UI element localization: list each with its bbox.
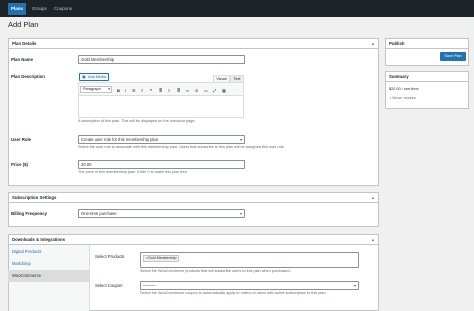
chevron-down-icon: ▾	[108, 87, 110, 91]
chevron-down-icon: ▾	[239, 211, 242, 216]
visual-tab[interactable]: Visual	[213, 75, 230, 82]
italic-icon[interactable]: I	[125, 88, 126, 93]
collapse-arrow-icon[interactable]: ▲	[371, 39, 375, 49]
summary-expiry: • Never expires	[390, 96, 416, 100]
price-input[interactable]: 20.00	[78, 160, 245, 169]
plan-description-label: Plan Description	[11, 74, 45, 79]
billing-frequency-value: One-time purchase	[81, 211, 117, 216]
chevron-down-icon: ▾	[353, 283, 356, 288]
products-help-text: Select the WooCommerce products that wil…	[140, 269, 291, 273]
description-help-text: A description of this plan. This will be…	[78, 119, 196, 123]
tab-groups[interactable]: Groups	[29, 3, 50, 15]
blockquote-icon[interactable]: ❝	[150, 88, 152, 93]
align-left-icon[interactable]: ≣	[159, 88, 162, 93]
bold-icon[interactable]: B	[117, 88, 120, 93]
add-media-label: Add Media	[88, 75, 107, 79]
align-center-icon[interactable]: ≡	[168, 88, 170, 93]
product-tag: ×Gold Membership	[143, 255, 180, 262]
align-right-icon[interactable]: ≣	[177, 88, 180, 93]
products-multiselect[interactable]: ×Gold Membership	[140, 252, 359, 268]
collapse-arrow-icon[interactable]: ▲	[371, 235, 375, 245]
fullscreen-icon[interactable]: ⤢	[213, 88, 216, 93]
text-tab[interactable]: Text	[230, 75, 244, 82]
downloads-integrations-title: Downloads & Integrations	[12, 237, 65, 242]
paragraph-select-value: Paragraph	[83, 87, 101, 91]
downloads-integrations-heading: Downloads & Integrations ▲	[9, 235, 378, 245]
coupon-help-text: Select the WooCommerce coupon to automat…	[140, 291, 327, 295]
publish-heading: Publish	[386, 39, 468, 49]
plan-name-label: Plan Name	[11, 57, 33, 62]
paragraph-select[interactable]: Paragraph ▾	[80, 86, 112, 93]
user-role-select[interactable]: Create user role for this membership pla…	[78, 135, 245, 144]
summary-price: $20.00 / one-time	[389, 87, 419, 91]
price-help-text: The price of this membership plan. Enter…	[78, 170, 188, 174]
publish-title: Publish	[389, 41, 405, 46]
subscription-settings-heading: Subscription Settings ▲	[9, 193, 378, 203]
media-icon: ▣	[82, 74, 86, 79]
select-products-label: Select Products	[95, 254, 125, 259]
summary-heading: Summary	[386, 72, 468, 82]
plan-details-heading: Plan Details ▲	[9, 39, 378, 49]
billing-frequency-select[interactable]: One-time purchase ▾	[78, 209, 245, 218]
chevron-down-icon: ▾	[239, 137, 242, 142]
top-nav-bar: Plans Groups Coupons	[0, 0, 474, 17]
toolbar-toggle-icon[interactable]: ▦	[222, 88, 226, 93]
tab-plans[interactable]: Plans	[8, 3, 27, 15]
page-title: Add Plan	[8, 20, 39, 29]
tab-coupons[interactable]: Coupons	[51, 3, 75, 15]
price-label: Price ($)	[11, 162, 28, 167]
collapse-arrow-icon[interactable]: ▲	[371, 193, 375, 203]
coupon-select[interactable]: ——— ▾	[140, 281, 359, 290]
tab-woocommerce[interactable]: WooCommerce	[8, 270, 89, 282]
plan-name-input[interactable]: Gold Membership	[78, 55, 245, 64]
link-icon[interactable]: ∞	[186, 88, 189, 93]
user-role-value: Create user role for this membership pla…	[81, 137, 159, 142]
user-role-help-text: Select the user role to associate with t…	[78, 145, 285, 149]
product-tag-label: Gold Membership	[148, 256, 177, 260]
summary-title: Summary	[389, 74, 409, 79]
tab-mailchimp[interactable]: Mailchimp	[8, 258, 89, 270]
tab-digital-products[interactable]: Digital Products	[8, 246, 89, 258]
summary-expiry-text: Never expires	[392, 96, 416, 100]
add-media-button[interactable]: ▣ Add Media	[79, 73, 109, 81]
numbered-list-icon[interactable]: ≡	[141, 88, 143, 93]
editor-content[interactable]	[80, 97, 242, 117]
billing-frequency-label: Billing Frequency	[11, 211, 48, 216]
read-more-icon[interactable]: ▭	[204, 88, 208, 93]
subscription-settings-title: Subscription Settings	[12, 195, 57, 200]
coupon-select-value: ———	[143, 283, 156, 288]
user-role-label: User Role	[11, 137, 32, 142]
plan-details-title: Plan Details	[12, 41, 37, 46]
select-coupon-label: Select Coupon	[95, 283, 123, 288]
bullet-list-icon[interactable]: ☰	[132, 88, 136, 93]
unlink-icon[interactable]: ⊘	[195, 88, 198, 93]
save-plan-button[interactable]: Save Plan	[440, 52, 466, 61]
